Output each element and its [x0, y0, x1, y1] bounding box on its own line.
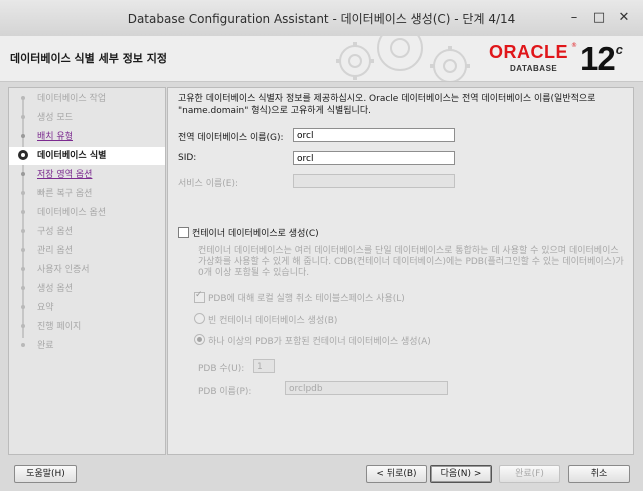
- title-bar: Database Configuration Assistant - 데이터베이…: [0, 0, 643, 37]
- minimize-button[interactable]: –: [563, 8, 585, 28]
- step-marker-icon: [21, 324, 25, 328]
- help-button[interactable]: 도움말(H): [14, 465, 77, 483]
- step-marker-icon: [21, 305, 25, 309]
- main-panel: 고유한 데이터베이스 식별자 정보를 제공하십시오. Oracle 데이터베이스…: [167, 87, 634, 455]
- step-marker-icon: [21, 191, 25, 195]
- step-label: 진행 페이지: [37, 322, 82, 332]
- current-step-marker-icon: [18, 150, 28, 160]
- global-db-name-label: 전역 데이터베이스 이름(G):: [178, 133, 284, 143]
- window-title: Database Configuration Assistant - 데이터베이…: [127, 12, 516, 26]
- registered-mark: ®: [571, 42, 577, 49]
- pdb-local-undo-checkbox: [194, 290, 205, 303]
- step-configuration-options: 구성 옵션: [9, 223, 165, 241]
- step-marker-icon: [21, 343, 25, 347]
- version-badge: 12c: [580, 40, 623, 78]
- page-title: 데이터베이스 식별 세부 정보 지정: [10, 52, 167, 65]
- step-label: 데이터베이스 식별: [37, 151, 107, 161]
- pdb-count-label: PDB 수(U):: [198, 364, 245, 374]
- step-marker-icon: [21, 115, 25, 119]
- steps-sidebar: 데이터베이스 작업 생성 모드 배치 유형 데이터베이스 식별 저장 영역 옵션…: [8, 87, 166, 455]
- gears-decoration-icon: [336, 36, 470, 81]
- maximize-button[interactable]: □: [588, 8, 610, 28]
- version-number: 12: [580, 40, 616, 77]
- step-label[interactable]: 저장 영역 옵션: [37, 166, 92, 184]
- container-db-checkbox-label[interactable]: 컨테이너 데이터베이스로 생성(C): [192, 226, 319, 239]
- back-button[interactable]: < 뒤로(B): [366, 465, 427, 483]
- finish-button: 완료(F): [499, 465, 560, 483]
- step-marker-icon: [21, 267, 25, 271]
- step-label: 관리 옵션: [37, 246, 73, 256]
- step-label: 데이터베이스 옵션: [37, 208, 107, 218]
- pdb-name-input: orclpdb: [285, 381, 448, 395]
- step-marker-icon: [21, 134, 25, 138]
- service-name-label: 서비스 이름(E):: [178, 179, 239, 189]
- empty-cdb-radio-label: 빈 컨테이너 데이터베이스 생성(B): [208, 316, 338, 326]
- pdb-count-input: 1: [253, 359, 275, 373]
- cdb-description: 컨테이너 데이터베이스는 여러 데이터베이스를 단일 데이터베이스로 통합하는 …: [198, 246, 624, 278]
- step-database-identification[interactable]: 데이터베이스 식별: [9, 147, 165, 165]
- step-label: 완료: [37, 341, 54, 351]
- step-marker-icon: [21, 286, 25, 290]
- step-marker-icon: [21, 210, 25, 214]
- version-suffix: c: [615, 42, 623, 57]
- step-fast-recovery-option: 빠른 복구 옵션: [9, 185, 165, 203]
- step-label: 생성 옵션: [37, 284, 73, 294]
- step-deployment-type[interactable]: 배치 유형: [9, 128, 165, 146]
- step-management-options: 관리 옵션: [9, 242, 165, 260]
- step-label: 구성 옵션: [37, 227, 73, 237]
- container-db-checkbox[interactable]: [178, 227, 189, 238]
- step-label: 요약: [37, 303, 54, 313]
- step-finish: 완료: [9, 337, 165, 355]
- step-user-credentials: 사용자 인증서: [9, 261, 165, 279]
- step-label[interactable]: 배치 유형: [37, 128, 73, 146]
- service-name-input: [293, 174, 455, 188]
- step-database-options: 데이터베이스 옵션: [9, 204, 165, 222]
- step-creation-mode: 생성 모드: [9, 109, 165, 127]
- cdb-with-pdb-radio-label: 하나 이상의 PDB가 포함된 컨테이너 데이터베이스 생성(A): [208, 337, 431, 347]
- step-label: 빠른 복구 옵션: [37, 189, 93, 199]
- step-storage-option[interactable]: 저장 영역 옵션: [9, 166, 165, 184]
- step-progress-page: 진행 페이지: [9, 318, 165, 336]
- cancel-button[interactable]: 취소: [568, 465, 630, 483]
- step-summary: 요약: [9, 299, 165, 317]
- pdb-name-label: PDB 이름(P):: [198, 387, 252, 397]
- step-marker-icon: [21, 96, 25, 100]
- sid-input[interactable]: orcl: [293, 151, 455, 165]
- cdb-with-pdb-radio: [194, 334, 205, 345]
- step-creation-option: 생성 옵션: [9, 280, 165, 298]
- oracle-wordmark: ORACLE: [489, 42, 568, 62]
- step-marker-icon: [21, 229, 25, 233]
- step-marker-icon: [21, 172, 25, 176]
- page-header: 데이터베이스 식별 세부 정보 지정 ORACLE ® DATABASE 12c: [0, 36, 643, 82]
- page-description: 고유한 데이터베이스 식별자 정보를 제공하십시오. Oracle 데이터베이스…: [178, 94, 596, 116]
- step-marker-icon: [21, 248, 25, 252]
- sid-label: SID:: [178, 153, 197, 163]
- step-label: 데이터베이스 작업: [37, 94, 107, 104]
- step-label: 생성 모드: [37, 113, 73, 123]
- close-button[interactable]: ✕: [613, 8, 635, 28]
- pdb-local-undo-label: PDB에 대해 로컬 실행 취소 테이블스페이스 사용(L): [208, 294, 405, 304]
- empty-cdb-radio: [194, 313, 205, 324]
- next-button[interactable]: 다음(N) >: [430, 465, 492, 483]
- database-wordmark: DATABASE: [510, 64, 558, 73]
- global-db-name-input[interactable]: orcl: [293, 128, 455, 142]
- step-database-operation: 데이터베이스 작업: [9, 90, 165, 108]
- step-label: 사용자 인증서: [37, 265, 90, 275]
- oracle-logo: ORACLE ® DATABASE: [489, 42, 577, 76]
